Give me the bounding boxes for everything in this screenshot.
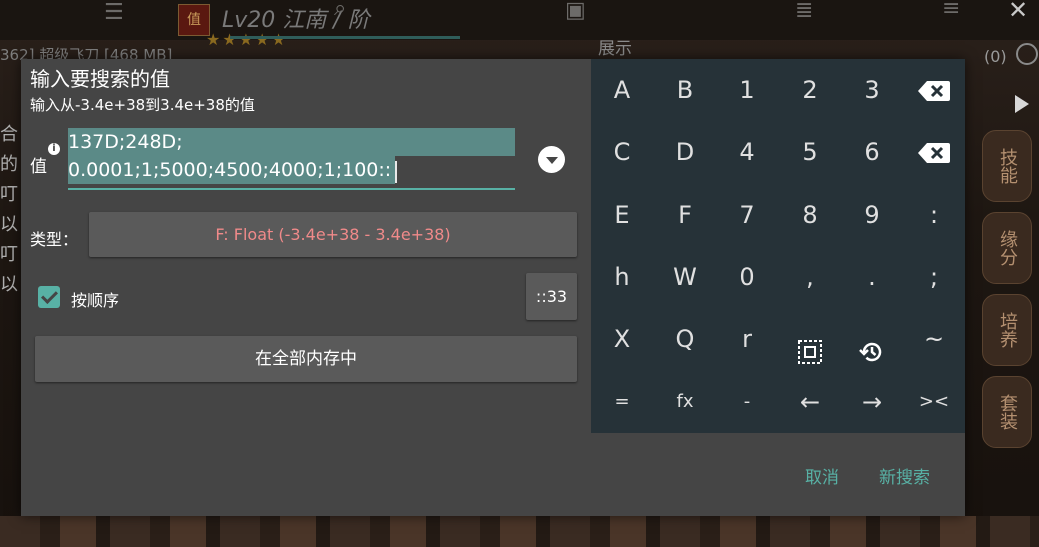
key-8[interactable]: 8 [779, 184, 841, 246]
key-5[interactable]: 5 [779, 121, 841, 183]
key-b[interactable]: B [654, 59, 716, 121]
hero-portraits [0, 516, 1039, 547]
tab-train[interactable]: 培养 [982, 294, 1032, 366]
key-e[interactable]: E [591, 184, 653, 246]
key-r[interactable]: r [716, 308, 778, 370]
key-left-arrow[interactable]: ← [779, 371, 841, 433]
key-6[interactable]: 6 [841, 121, 903, 183]
history-key[interactable] [841, 308, 903, 370]
show-label: 展示 [598, 39, 632, 59]
history-dropdown-button[interactable] [538, 146, 565, 173]
search-icon[interactable]: ⌕ [334, 0, 346, 21]
value-line-1: 137D;248D; [68, 128, 515, 156]
key-3[interactable]: 3 [841, 59, 903, 121]
select-key[interactable] [779, 308, 841, 370]
key-h[interactable]: h [591, 246, 653, 308]
tab-set[interactable]: 套装 [982, 376, 1032, 448]
key-minus[interactable]: - [716, 371, 778, 433]
backspace-icon [918, 81, 950, 101]
key-equals[interactable]: = [591, 371, 653, 433]
key-d[interactable]: D [654, 121, 716, 183]
key-q[interactable]: Q [654, 308, 716, 370]
key-collapse[interactable]: >< [903, 371, 965, 433]
result-count: (0) [984, 47, 1007, 66]
type-selector[interactable]: F: Float (-3.4e+38 - 3.4e+38) [89, 212, 577, 257]
play-icon[interactable] [1015, 95, 1029, 113]
key-f[interactable]: F [654, 184, 716, 246]
save-icon[interactable]: ▣ [565, 0, 586, 23]
key-c[interactable]: C [591, 121, 653, 183]
key-tilde[interactable]: ~ [903, 308, 965, 370]
key-0[interactable]: 0 [716, 246, 778, 308]
type-label: 类型： [30, 230, 79, 249]
cancel-button[interactable]: 取消 [805, 463, 839, 488]
key-colon[interactable]: : [903, 184, 965, 246]
in-order-checkbox[interactable] [38, 286, 60, 308]
key-x[interactable]: X [591, 308, 653, 370]
star-rating: ★★★★★ [206, 30, 288, 49]
key-w[interactable]: W [654, 246, 716, 308]
key-semicolon[interactable]: ; [903, 246, 965, 308]
key-2[interactable]: 2 [779, 59, 841, 121]
tab-fate[interactable]: 缘分 [982, 212, 1032, 284]
key-a[interactable]: A [591, 59, 653, 121]
key-period[interactable]: . [841, 246, 903, 308]
dialog-subtitle: 输入从-3.4e+38到3.4e+38的值 [30, 96, 255, 114]
in-order-label[interactable]: 按顺序 [71, 287, 119, 311]
progress-line [230, 36, 460, 39]
new-search-button[interactable]: 新搜索 [879, 463, 930, 488]
top-toolbar [0, 0, 1039, 40]
key-1[interactable]: 1 [716, 59, 778, 121]
sliders-icon[interactable]: ☰ [104, 0, 124, 25]
keypad: A B 1 2 3 C D 4 5 6 E F 7 8 9: h W 0,.; X Qr ~ = fx - ← → >< [591, 59, 965, 433]
dialog-title: 输入要搜索的值 [30, 67, 170, 91]
menu-icon[interactable]: ≡ [942, 0, 960, 21]
search-dialog: 输入要搜索的值 输入从-3.4e+38到3.4e+38的值 值 i 137D;2… [21, 59, 965, 516]
side-text: 合的 叮以 叮以 [0, 124, 18, 295]
value-input[interactable]: 137D;248D; 0.0001;1;5000;4500;4000;1;100… [68, 128, 515, 190]
backspace-key[interactable] [903, 121, 965, 183]
memory-region-button[interactable]: 在全部内存中 [35, 336, 577, 382]
tab-skills[interactable]: 技能 [982, 130, 1032, 202]
refresh-icon[interactable] [1016, 43, 1038, 65]
key-7[interactable]: 7 [716, 184, 778, 246]
value-line-2: 0.0001;1;5000;4500;4000;1;100:: [68, 156, 396, 184]
key-9[interactable]: 9 [841, 184, 903, 246]
key-4[interactable]: 4 [716, 121, 778, 183]
text-cursor [395, 160, 398, 183]
backspace-key[interactable] [903, 59, 965, 121]
value-label: 值 [30, 157, 47, 177]
close-icon[interactable]: ✕ [1008, 0, 1028, 24]
key-fx[interactable]: fx [654, 371, 716, 433]
list-icon[interactable]: ≣ [795, 0, 813, 23]
key-right-arrow[interactable]: → [841, 371, 903, 433]
info-icon[interactable]: i [48, 143, 60, 155]
backspace-icon [918, 143, 950, 163]
key-comma[interactable]: , [779, 246, 841, 308]
range-button[interactable]: ::33 [526, 273, 577, 320]
